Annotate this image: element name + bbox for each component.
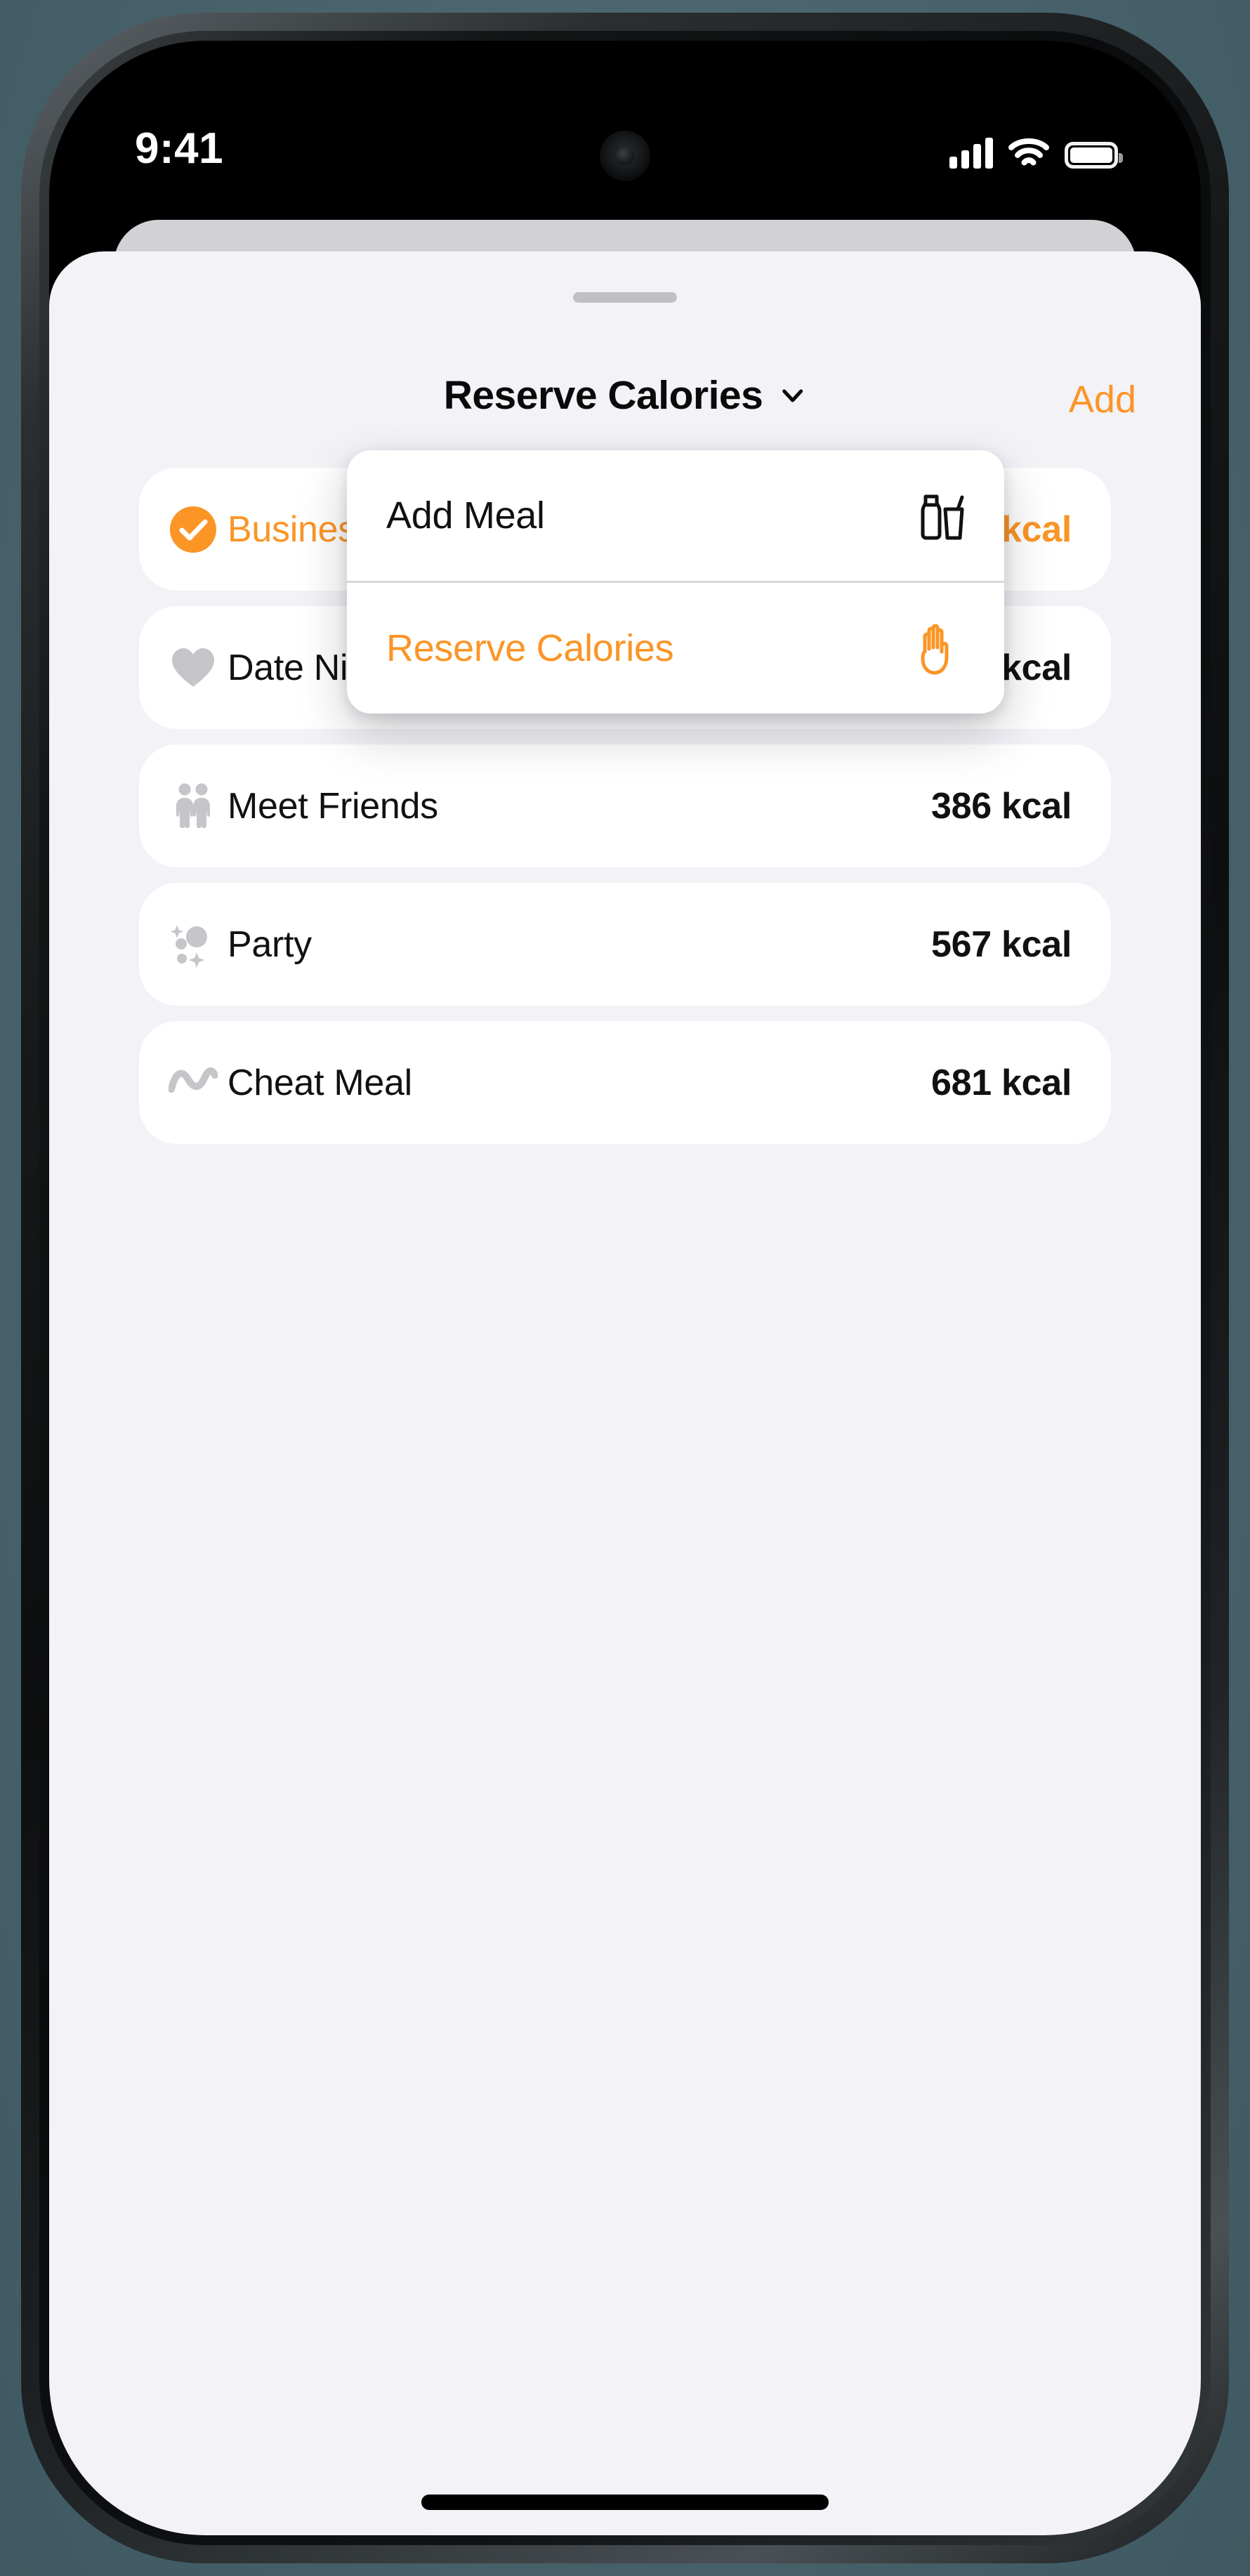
battery-icon — [1065, 142, 1123, 169]
cellular-signal-icon — [949, 138, 993, 169]
add-button[interactable]: Add — [1069, 378, 1136, 421]
sheet-grabber[interactable] — [573, 292, 677, 303]
table-row[interactable]: Party 567 kcal — [139, 883, 1111, 1006]
row-label: Meet Friends — [228, 785, 438, 827]
row-value: 386 kcal — [930, 785, 1072, 827]
two-people-icon — [169, 782, 218, 831]
context-menu: Add Meal Reserve Calories — [347, 450, 1004, 714]
phone-bezel: 9:41 Reserve Calories Add Business kcal … — [39, 31, 1211, 2545]
row-label: Party — [228, 924, 312, 965]
row-value: 567 kcal — [930, 924, 1072, 965]
status-indicators — [949, 132, 1123, 169]
chevron-down-icon — [782, 389, 803, 402]
row-value: 681 kcal — [930, 1062, 1072, 1103]
row-label: Cheat Meal — [228, 1062, 412, 1103]
menu-item-label: Reserve Calories — [386, 627, 674, 669]
squiggle-icon — [169, 1058, 218, 1108]
phone-screen: 9:41 Reserve Calories Add Business kcal … — [49, 41, 1201, 2535]
sheet-header: Reserve Calories Add — [49, 341, 1201, 433]
phone-device: 9:41 Reserve Calories Add Business kcal … — [21, 13, 1229, 2563]
menu-item[interactable]: Add Meal — [347, 450, 1004, 581]
home-indicator — [421, 2495, 829, 2510]
heart-icon — [169, 643, 218, 692]
front-camera-icon — [600, 131, 650, 181]
title-menu-trigger[interactable]: Reserve Calories — [444, 372, 807, 419]
wifi-icon — [1008, 138, 1049, 166]
check-circle-icon — [169, 505, 218, 554]
sparkles-icon — [169, 920, 218, 969]
bottle-and-glass-icon — [912, 488, 966, 543]
menu-item[interactable]: Reserve Calories — [347, 583, 1004, 714]
status-time: 9:41 — [135, 124, 224, 173]
menu-item-label: Add Meal — [386, 494, 545, 537]
table-row[interactable]: Cheat Meal 681 kcal — [139, 1021, 1111, 1144]
raised-hand-icon — [912, 621, 966, 676]
table-row[interactable]: Meet Friends 386 kcal — [139, 744, 1111, 867]
page-title: Reserve Calories — [443, 373, 763, 418]
